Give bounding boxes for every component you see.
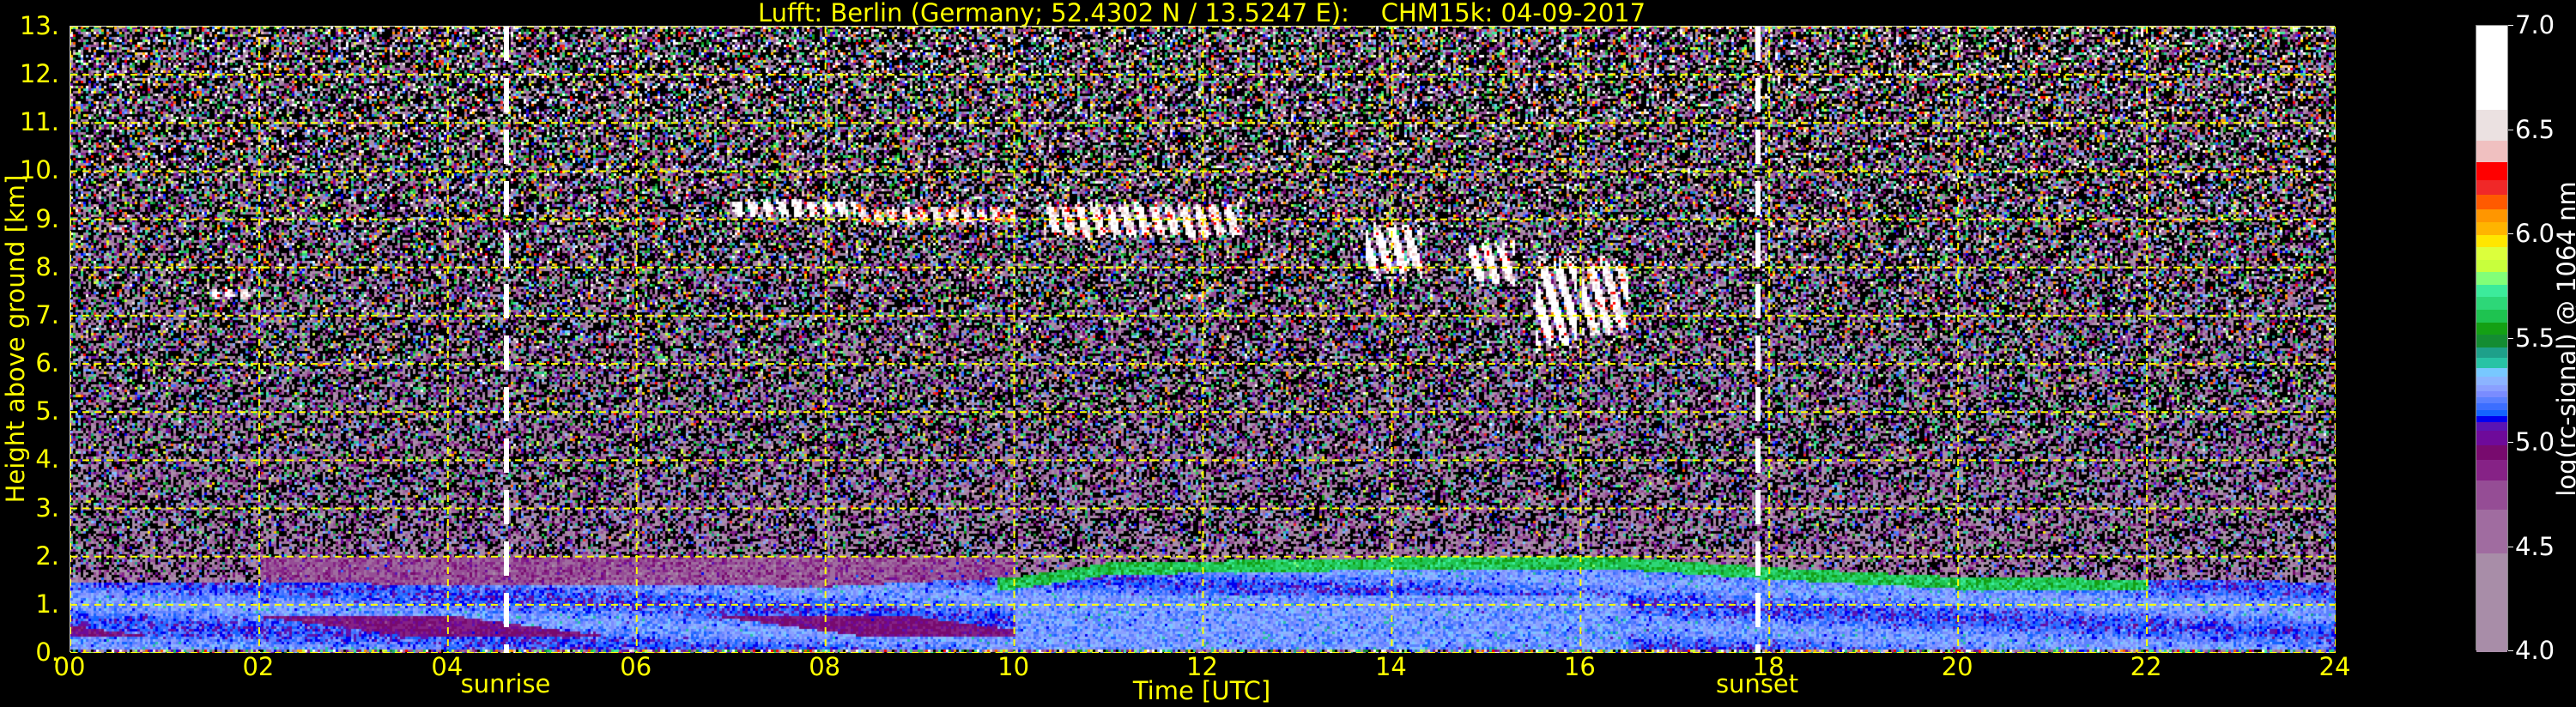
x-axis-label: Time [UTC] bbox=[1132, 676, 1271, 705]
plot-area bbox=[70, 26, 2336, 653]
colorbar-bin bbox=[2476, 509, 2507, 554]
colorbar-bin bbox=[2476, 160, 2507, 181]
colorbar-bin bbox=[2476, 553, 2507, 652]
colorbar-label: log(rc-signal) @ 1064 nm bbox=[2552, 181, 2576, 497]
colorbar-tick-label: 4.0 bbox=[2515, 636, 2555, 665]
y-tick-label: 5. bbox=[35, 396, 59, 426]
colorbar-bin bbox=[2476, 271, 2507, 285]
chart-title: Lufft: Berlin (Germany; 52.4302 N / 13.5… bbox=[757, 0, 1646, 27]
colorbar-tick-label: 7.0 bbox=[2515, 10, 2555, 39]
colorbar-bin bbox=[2476, 194, 2507, 210]
y-tick-label: 1. bbox=[35, 589, 59, 619]
x-tick-label: 24 bbox=[2318, 652, 2351, 681]
x-tick-label: 06 bbox=[620, 652, 652, 681]
colorbar-bin bbox=[2476, 309, 2507, 323]
colorbar-tick-mark bbox=[2508, 442, 2513, 443]
colorbar-tick-mark bbox=[2508, 337, 2513, 339]
y-tick-label: 7. bbox=[35, 299, 59, 329]
y-tick-label: 4. bbox=[35, 444, 59, 474]
colorbar-bin bbox=[2476, 179, 2507, 196]
colorbar-tick-label: 5.5 bbox=[2515, 323, 2555, 353]
colorbar-bin bbox=[2476, 357, 2507, 369]
colorbar-tick-label: 6.0 bbox=[2515, 219, 2555, 248]
colorbar-bin bbox=[2476, 284, 2507, 298]
x-tick-label: 14 bbox=[1374, 652, 1407, 681]
colorbar-bin bbox=[2476, 415, 2507, 423]
colorbar-bin bbox=[2476, 421, 2507, 431]
colorbar bbox=[2476, 25, 2508, 652]
colorbar-tick-label: 6.5 bbox=[2515, 114, 2555, 144]
colorbar-bin bbox=[2476, 347, 2507, 358]
colorbar-bin bbox=[2476, 409, 2507, 416]
x-tick-label: 20 bbox=[1941, 652, 1973, 681]
y-tick-label: 9. bbox=[35, 203, 59, 233]
y-tick-label: 6. bbox=[35, 348, 59, 378]
colorbar-bin bbox=[2476, 221, 2507, 235]
x-tick-label: 04 bbox=[431, 652, 464, 681]
colorbar-bin bbox=[2476, 109, 2507, 142]
colorbar-bin bbox=[2476, 296, 2507, 311]
colorbar-bin bbox=[2476, 322, 2507, 335]
colorbar-tick-label: 4.5 bbox=[2515, 531, 2555, 561]
y-tick-label: 12. bbox=[19, 59, 59, 89]
colorbar-bin bbox=[2476, 26, 2507, 110]
x-tick-label: 10 bbox=[997, 652, 1030, 681]
y-tick-label: 8. bbox=[35, 251, 59, 281]
colorbar-bin bbox=[2476, 390, 2507, 398]
grid-overlay bbox=[70, 27, 2336, 653]
x-tick-label: 00 bbox=[53, 652, 86, 681]
sunset-label: sunset bbox=[1715, 669, 1799, 698]
colorbar-bin bbox=[2476, 480, 2507, 511]
y-tick-label: 3. bbox=[35, 492, 59, 523]
colorbar-bin bbox=[2476, 367, 2507, 377]
x-tick-label: 02 bbox=[242, 652, 275, 681]
colorbar-bin bbox=[2476, 459, 2507, 481]
y-tick-label: 13. bbox=[19, 11, 59, 40]
colorbar-bin bbox=[2476, 140, 2507, 162]
colorbar-bin bbox=[2476, 384, 2507, 391]
colorbar-tick-mark bbox=[2508, 650, 2513, 651]
colorbar-bin bbox=[2476, 208, 2507, 222]
colorbar-bin bbox=[2476, 246, 2507, 260]
x-tick-label: 16 bbox=[1563, 652, 1596, 681]
y-axis-label: Height above ground [km] bbox=[1, 174, 30, 504]
y-tick-label: 2. bbox=[35, 541, 59, 571]
y-tick-label: 11. bbox=[19, 107, 59, 137]
colorbar-tick-mark bbox=[2508, 25, 2513, 26]
colorbar-bin bbox=[2476, 430, 2507, 446]
x-tick-label: 08 bbox=[809, 652, 841, 681]
colorbar-tick-mark bbox=[2508, 233, 2513, 234]
colorbar-bin bbox=[2476, 402, 2507, 410]
colorbar-bin bbox=[2476, 259, 2507, 273]
x-tick-label: 22 bbox=[2130, 652, 2162, 681]
colorbar-bin bbox=[2476, 334, 2507, 347]
colorbar-bin bbox=[2476, 234, 2507, 248]
colorbar-bin bbox=[2476, 396, 2507, 404]
colorbar-tick-label: 5.0 bbox=[2515, 427, 2555, 456]
colorbar-bin bbox=[2476, 444, 2507, 461]
sunrise-label: sunrise bbox=[460, 669, 551, 698]
colorbar-bin bbox=[2476, 376, 2507, 385]
